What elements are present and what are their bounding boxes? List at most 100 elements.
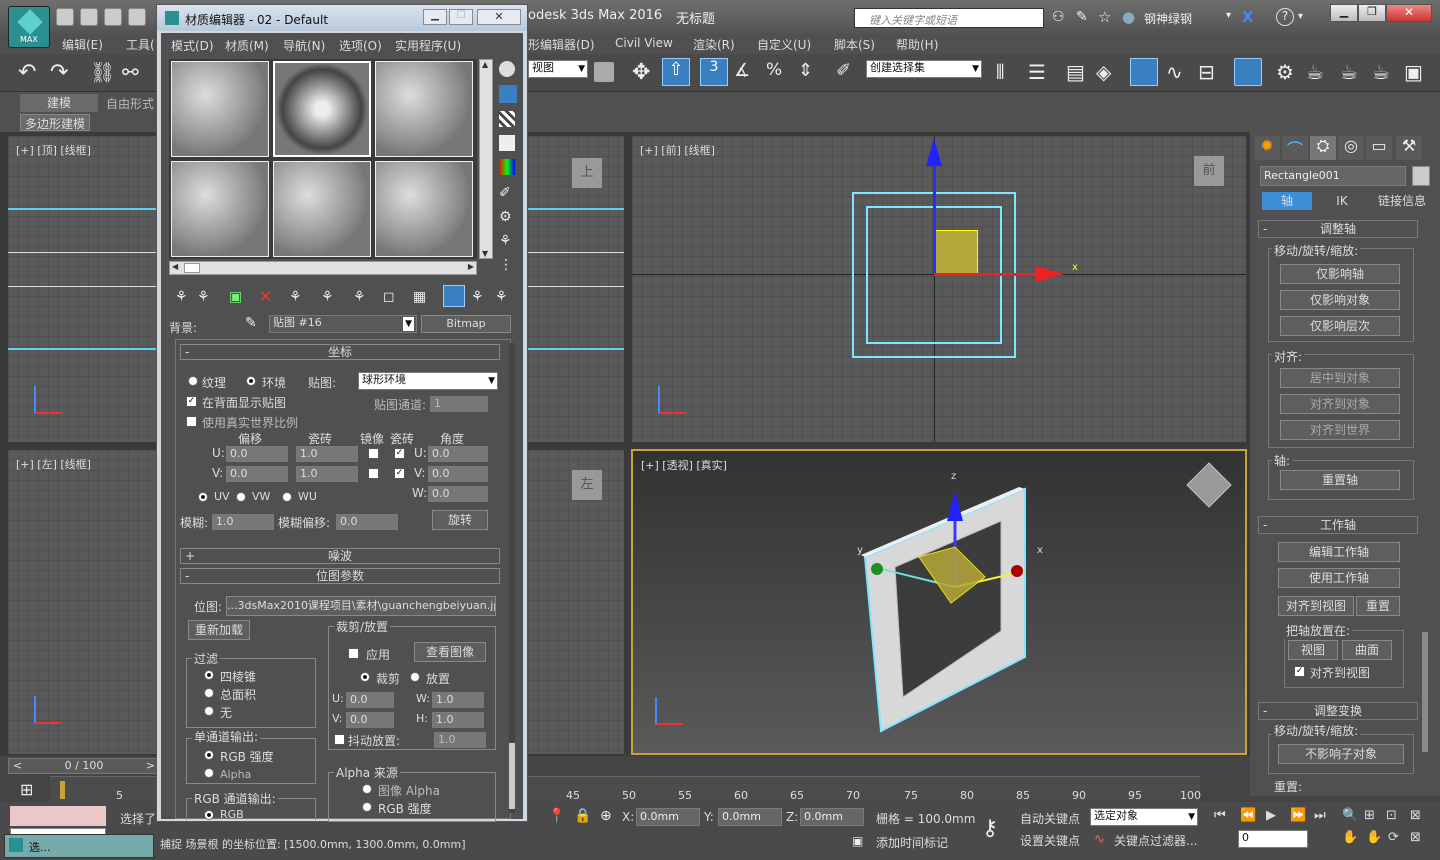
dont-affect-children-button[interactable]: 不影响子对象 — [1278, 744, 1404, 764]
use-working-pivot-button[interactable]: 使用工作轴 — [1278, 568, 1400, 588]
cmd-tab-modify[interactable]: ⌒ — [1282, 136, 1308, 160]
viewport-top-label[interactable]: [+] [顶] [线框] — [16, 142, 91, 158]
cmd-tab-motion[interactable]: ◎ — [1338, 136, 1364, 160]
z-coord-field[interactable]: 0.0mm — [800, 808, 864, 826]
curve-editor-icon[interactable]: ∿ — [1166, 60, 1183, 84]
time-slider[interactable]: < 0 / 100 > — [8, 758, 160, 774]
rotate-button[interactable]: 旋转 — [432, 510, 488, 530]
goto-start-icon[interactable]: ⏮ — [1214, 808, 1226, 823]
bitmap-path-button[interactable]: ...3dsMax2010课程项目\素材\guanchengbeiyuan.jp… — [226, 596, 496, 616]
rgb-int2-radio[interactable] — [362, 802, 372, 812]
taskbar-item[interactable]: 选... — [4, 834, 154, 858]
slots-vscroll[interactable]: ▲ ▼ — [479, 59, 493, 259]
scroll-left-icon[interactable]: ◀ — [172, 262, 178, 271]
link-icon[interactable]: ⛓ — [90, 60, 115, 84]
me-close-button[interactable]: ✕ — [477, 9, 521, 25]
place-surface-button[interactable]: 曲面 — [1342, 640, 1392, 660]
rendered-frame-icon[interactable]: ☕ — [1306, 60, 1324, 84]
user-name[interactable]: 钢神绿钢 — [1144, 10, 1192, 27]
help-icon[interactable]: ? — [1276, 8, 1294, 26]
rollout-bitmap-params[interactable]: - 位图参数 — [180, 568, 500, 584]
prev-frame-icon[interactable]: ⏪ — [1240, 808, 1256, 823]
center-to-object-button[interactable]: 居中到对象 — [1280, 368, 1400, 388]
ribbon-tab-modeling[interactable]: 建模 — [20, 94, 98, 112]
rollout-coordinates[interactable]: - 坐标 — [180, 344, 500, 360]
rollout-adjust-pivot[interactable]: - 调整轴 — [1258, 220, 1418, 238]
select-manipulate-icon[interactable]: ✥ — [632, 60, 650, 85]
close-button[interactable]: ✕ — [1386, 4, 1432, 22]
none-radio[interactable] — [204, 706, 214, 716]
sample-slot-4[interactable] — [171, 161, 269, 257]
time-prev-icon[interactable]: < — [13, 759, 22, 773]
crop-h-field[interactable]: 1.0 — [432, 712, 484, 728]
search-box[interactable]: 键入关键字或短语 — [854, 8, 1044, 28]
play-icon[interactable]: ▶ — [1266, 808, 1276, 823]
u-tiling-field[interactable]: 1.0 — [296, 446, 358, 462]
time-next-icon[interactable]: > — [146, 759, 155, 773]
me-menu-mode[interactable]: 模式(D) — [171, 37, 214, 54]
undo-icon[interactable] — [128, 8, 146, 26]
snap-3d-icon[interactable]: 3 — [700, 58, 728, 86]
affect-object-only-button[interactable]: 仅影响对象 — [1280, 290, 1400, 310]
y-coord-field[interactable]: 0.0mm — [718, 808, 782, 826]
material-navigator-icon[interactable]: ⋮ — [499, 257, 513, 273]
minimize-button[interactable]: ▁ — [1330, 4, 1358, 22]
sample-slot-1[interactable] — [171, 61, 269, 157]
v-tile-checkbox[interactable]: ✓ — [394, 468, 405, 479]
help-dropdown-icon[interactable]: ▾ — [1298, 11, 1303, 22]
render-production-icon[interactable]: ☕ — [1340, 60, 1358, 84]
img-alpha-radio[interactable] — [362, 784, 372, 794]
auto-key-button[interactable]: 自动关键点 — [1020, 810, 1080, 827]
key-mode-icon[interactable]: ⚷ — [982, 816, 998, 841]
reset-map-icon[interactable]: ✕ — [259, 287, 272, 306]
me-minimize-button[interactable]: ▁ — [423, 9, 447, 25]
background-icon[interactable] — [499, 111, 515, 127]
v-tiling-field[interactable]: 1.0 — [296, 466, 358, 482]
mirror-icon[interactable]: ⫴ — [996, 60, 1004, 84]
zoom-icon[interactable]: 🔍 — [1342, 808, 1358, 823]
cmd-tab-create[interactable]: ✹ — [1254, 136, 1280, 160]
menu-tools[interactable]: 工具( — [126, 36, 155, 53]
me-menu-utilities[interactable]: 实用程序(U) — [395, 37, 461, 54]
cmd-scrollbar[interactable] — [1422, 632, 1428, 752]
align-icon[interactable]: ☰ — [1028, 60, 1046, 84]
environ-radio[interactable] — [246, 376, 256, 386]
named-selection-dropdown[interactable]: 创建选择集 ▼ — [866, 60, 982, 78]
uv-radio[interactable] — [198, 492, 208, 502]
viewport-left-label[interactable]: [+] [左] [线框] — [16, 456, 91, 472]
cmd-tab-hierarchy[interactable]: ⛭ — [1310, 136, 1336, 160]
crop-v-field[interactable]: 0.0 — [346, 712, 394, 728]
material-editor-icon[interactable] — [1234, 58, 1262, 86]
next-frame-icon[interactable]: ⏩ — [1290, 808, 1306, 823]
bookmark-icon[interactable]: ✎ — [1076, 9, 1088, 25]
tab-ik[interactable]: IK — [1320, 192, 1364, 210]
menu-help[interactable]: 帮助(H) — [896, 36, 938, 53]
me-titlebar[interactable]: 材质编辑器 - 02 - Default ▁ ☐ ✕ — [157, 5, 527, 31]
place-radio[interactable] — [410, 672, 420, 682]
scene-explorer-icon[interactable]: ◈ — [1096, 60, 1111, 84]
scroll-thumb[interactable] — [184, 263, 200, 273]
scroll-up-icon[interactable]: ▲ — [482, 60, 488, 69]
x-coord-field[interactable]: 0.0mm — [636, 808, 700, 826]
menu-rendering[interactable]: 渲染(R) — [693, 36, 735, 53]
real-world-checkbox[interactable] — [186, 416, 197, 427]
me-menu-options[interactable]: 选项(O) — [339, 37, 382, 54]
slots-hscroll[interactable]: ◀ ▶ — [169, 261, 477, 275]
rollout-noise[interactable]: + 噪波 — [180, 548, 500, 564]
copy-material-icon[interactable]: ⚘ — [289, 289, 302, 305]
rollout-working-pivot[interactable]: - 工作轴 — [1258, 516, 1418, 534]
render-setup-icon[interactable]: ⚙ — [1276, 60, 1294, 84]
align-to-object-button[interactable]: 对齐到对象 — [1280, 394, 1400, 414]
spinner-snap-icon[interactable]: ⇕ — [798, 60, 813, 81]
mapping-dropdown[interactable]: 球形环境 ▼ — [358, 372, 498, 390]
redo-button-icon[interactable]: ↷ — [50, 60, 68, 85]
go-forward-sibling-icon[interactable]: ⚘ — [495, 289, 508, 305]
sat-radio[interactable] — [204, 688, 214, 698]
scroll-right-icon[interactable]: ▶ — [468, 262, 474, 271]
key-filter-icon[interactable]: ∿ — [1094, 832, 1105, 847]
video-color-icon[interactable] — [499, 159, 515, 175]
select-by-material-icon[interactable]: ⚘ — [499, 233, 512, 249]
current-frame-field[interactable]: 0 — [1238, 830, 1308, 848]
u-mirror-checkbox[interactable] — [368, 448, 379, 459]
menu-civil-view[interactable]: Civil View — [615, 36, 673, 50]
